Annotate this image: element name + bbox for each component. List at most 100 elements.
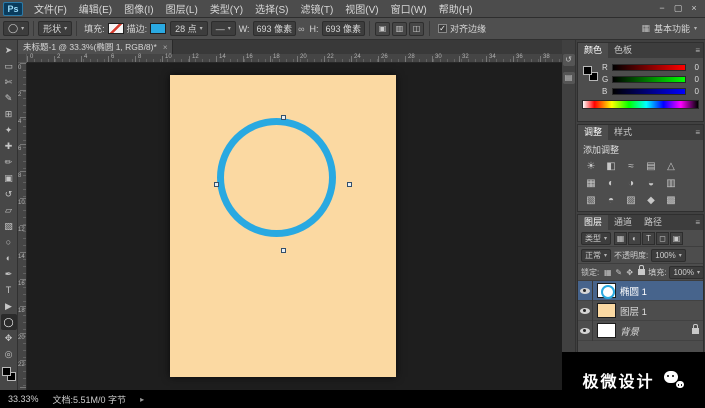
blend-mode-dropdown[interactable]: 正常 ▾ [581, 248, 612, 262]
layer-row[interactable]: 背景 [578, 320, 703, 341]
ruler-top[interactable]: 0 2 4 6 8 10 12 14 16 18 20 22 24 26 28 30 32 34 36 38 [27, 54, 562, 63]
adjustment-curves-icon[interactable]: ≈ [621, 158, 641, 175]
layer-thumbnail[interactable] [597, 303, 616, 318]
layer-visibility-toggle[interactable] [578, 280, 593, 301]
lock-all-icon[interactable] [638, 265, 646, 275]
adjustment-vibrance-icon[interactable]: △ [661, 158, 681, 175]
close-icon[interactable]: × [163, 43, 168, 52]
eyedropper-tool[interactable]: ✦ [1, 122, 17, 138]
foreground-color-swatch[interactable] [583, 66, 592, 75]
layer-visibility-toggle[interactable] [578, 320, 593, 341]
hand-tool[interactable]: ✥ [1, 330, 17, 346]
history-panel-icon[interactable]: ↺ [562, 54, 575, 66]
canvas-area[interactable] [27, 63, 562, 390]
tool-preset-button[interactable]: ◯ ▾ [3, 21, 30, 36]
tab-paths[interactable]: 路径 [638, 215, 668, 230]
foreground-color-swatch[interactable] [1, 367, 11, 376]
adjustment-levels-icon[interactable]: ◧ [601, 158, 621, 175]
clone-stamp-tool[interactable]: ▣ [1, 170, 17, 186]
tab-adjustments[interactable]: 调整 [578, 125, 609, 140]
type-tool[interactable]: T [1, 282, 17, 298]
color-spectrum-ramp[interactable] [582, 100, 699, 109]
menu-item[interactable]: 窗口(W) [385, 1, 433, 16]
lock-image-pixels-icon[interactable]: ✎ [613, 267, 624, 278]
lock-position-icon[interactable]: ✥ [624, 267, 635, 278]
menu-item[interactable]: 编辑(E) [73, 1, 118, 16]
layer-row[interactable]: 图层 1 [578, 300, 703, 321]
gradient-tool[interactable]: ▧ [1, 218, 17, 234]
dodge-tool[interactable]: ◐ [1, 250, 17, 266]
stroke-swatch[interactable] [150, 23, 167, 34]
adjustment-brightness-contrast-icon[interactable]: ☀ [581, 158, 601, 175]
channel-slider[interactable] [612, 64, 686, 71]
filter-shape-layers-icon[interactable]: ◻ [656, 231, 670, 245]
eraser-tool[interactable]: ▱ [1, 202, 17, 218]
layer-thumbnail[interactable] [597, 323, 616, 338]
shape-width-input[interactable]: 693 像素 [252, 21, 297, 36]
adjustment-channel-mixer-icon[interactable]: ▥ [661, 175, 681, 192]
menu-item[interactable]: 类型(Y) [204, 1, 249, 16]
adjustment-threshold-icon[interactable]: ◆ [641, 192, 661, 209]
filter-smart-objects-icon[interactable]: ▣ [670, 231, 684, 245]
stroke-style-dropdown[interactable]: — ▾ [210, 21, 236, 36]
tab-swatches[interactable]: 色板 [608, 43, 638, 58]
path-selection-tool[interactable]: ▶ [1, 298, 17, 314]
maximize-button[interactable]: ▢ [671, 3, 685, 14]
layer-visibility-toggle[interactable] [578, 300, 593, 321]
status-menu-arrow-icon[interactable]: ▸ [140, 395, 144, 404]
lasso-tool[interactable]: ✄ [1, 74, 17, 90]
adjustment-black-white-icon[interactable]: ◑ [621, 175, 641, 192]
adjustment-hue-saturation-icon[interactable]: ▦ [581, 175, 601, 192]
opacity-control[interactable]: 100% ▾ [651, 248, 686, 262]
adjustment-color-lookup-icon[interactable]: ▧ [581, 192, 601, 209]
layer-row[interactable]: 椭圆 1 [578, 280, 703, 301]
properties-panel-icon[interactable]: ▤ [562, 72, 575, 84]
fill-swatch[interactable] [107, 23, 124, 34]
document-page[interactable] [170, 75, 396, 377]
history-brush-tool[interactable]: ↺ [1, 186, 17, 202]
blur-tool[interactable]: ○ [1, 234, 17, 250]
layer-thumbnail[interactable] [597, 283, 616, 299]
close-button[interactable]: × [687, 3, 701, 14]
layer-filter-dropdown[interactable]: 类型 ▾ [581, 231, 612, 245]
tab-channels[interactable]: 通道 [608, 215, 638, 230]
adjustment-gradient-map-icon[interactable]: ▩ [661, 192, 681, 209]
brush-tool[interactable]: ✏ [1, 154, 17, 170]
adjustment-photo-filter-icon[interactable]: ◒ [641, 175, 661, 192]
path-arrange-icon[interactable]: ◫ [409, 21, 425, 36]
align-edges-checkbox[interactable]: ✓ [438, 24, 448, 33]
menu-item[interactable]: 滤镜(T) [295, 1, 340, 16]
channel-slider[interactable] [612, 76, 686, 83]
adjustment-posterize-icon[interactable]: ▨ [621, 192, 641, 209]
panel-menu-icon[interactable]: ≡ [695, 46, 700, 55]
workspace-switcher[interactable]: ▦ 基本功能 ▾ [641, 22, 697, 35]
path-alignment-icon[interactable]: ▥ [392, 21, 408, 36]
fill-opacity-control[interactable]: 100% ▾ [669, 265, 704, 279]
filter-adjustment-layers-icon[interactable]: ◐ [628, 231, 642, 245]
menu-item[interactable]: 文件(F) [28, 1, 73, 16]
tab-color[interactable]: 颜色 [578, 43, 609, 58]
ellipse-tool[interactable]: ◯ [0, 314, 17, 330]
zoom-level-field[interactable]: 33.33% [8, 394, 39, 404]
document-info[interactable]: 文档:5.51M/0 字节 [53, 393, 127, 406]
marquee-tool[interactable]: ▭ [1, 58, 17, 74]
document-tab[interactable]: 未标题-1 @ 33.3%(椭圆 1, RGB/8)* × [18, 40, 174, 54]
menu-item[interactable]: 帮助(H) [433, 1, 479, 16]
panel-menu-icon[interactable]: ≡ [695, 218, 700, 227]
adjustment-exposure-icon[interactable]: ▤ [641, 158, 661, 175]
quick-selection-tool[interactable]: ✎ [1, 90, 17, 106]
tab-layers[interactable]: 图层 [578, 215, 609, 230]
shape-height-input[interactable]: 693 像素 [321, 21, 366, 36]
filter-pixel-layers-icon[interactable]: ▦ [614, 231, 628, 245]
combine-shapes-icon[interactable]: ▣ [375, 21, 391, 36]
pen-tool[interactable]: ✒ [1, 266, 17, 282]
lock-transparent-pixels-icon[interactable]: ▦ [602, 267, 613, 278]
menu-item[interactable]: 视图(V) [339, 1, 384, 16]
panel-menu-icon[interactable]: ≡ [695, 128, 700, 137]
minimize-button[interactable]: − [655, 3, 669, 14]
move-tool[interactable]: ➤ [1, 42, 17, 58]
adjustment-invert-icon[interactable]: ◓ [601, 192, 621, 209]
menu-item[interactable]: 图像(I) [118, 1, 159, 16]
filter-type-layers-icon[interactable]: T [642, 231, 656, 245]
channel-slider[interactable] [612, 88, 686, 95]
